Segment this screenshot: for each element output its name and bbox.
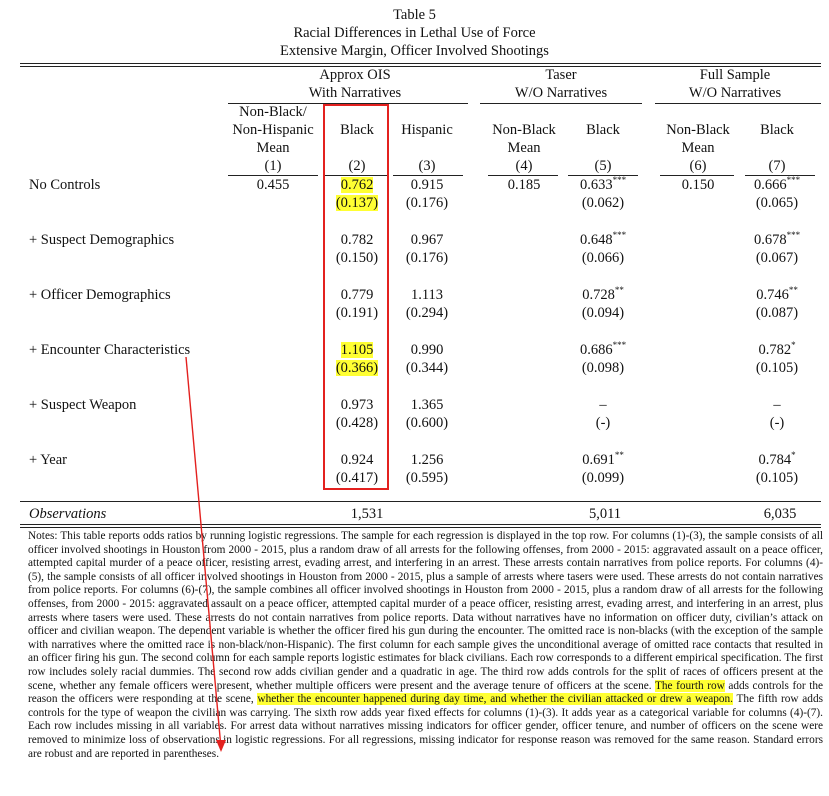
annotation-arrow [185,356,226,752]
